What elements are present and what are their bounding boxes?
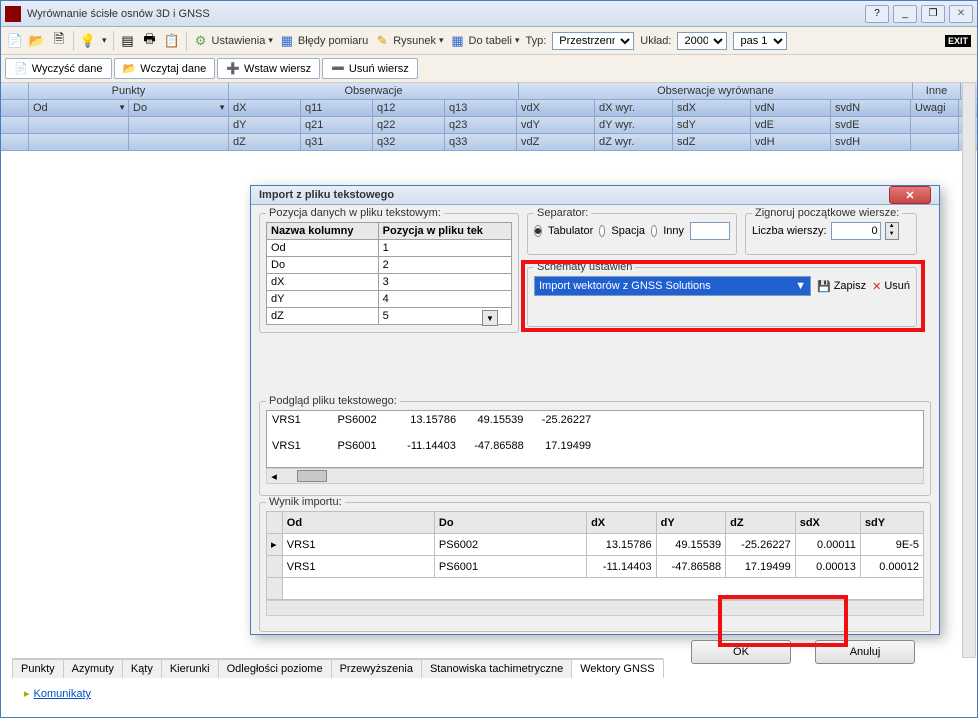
position-table[interactable]: Nazwa kolumnyPozycja w pliku tek Od1 Do2…	[266, 222, 512, 325]
titlebar: Wyrównanie ścisłe osnów 3D i GNSS ? _ ❐ …	[1, 1, 977, 27]
insert-row-button[interactable]: ➕Wstaw wiersz	[217, 58, 320, 79]
schema-select[interactable]: Import wektorów z GNSS Solutions▼	[534, 276, 811, 296]
col-od[interactable]: Od▼	[29, 100, 129, 116]
tab-katy[interactable]: Kąty	[122, 659, 162, 678]
toolbar-main: 📄 📂 🗎 💡▾ ▤ 🖶 📋 ⚙ Ustawienia▾ ▦ Błędy pom…	[1, 27, 977, 55]
pencil-icon: ✎	[374, 33, 390, 49]
app-icon	[5, 6, 21, 22]
settings-menu[interactable]: ⚙ Ustawienia▾	[193, 33, 273, 49]
insert-row-icon: ➕	[226, 62, 240, 75]
delete-row-button[interactable]: ➖Usuń wiersz	[322, 58, 418, 79]
type-select[interactable]: Przestrzenne	[552, 32, 634, 50]
komunikaty-link[interactable]: Komunikaty	[24, 687, 91, 700]
group-punkty: Punkty	[29, 83, 229, 99]
preview-groupbox: Podgląd pliku tekstowego: VRS1 PS6002 13…	[259, 401, 931, 496]
window-title: Wyrównanie ścisłe osnów 3D i GNSS	[27, 8, 865, 20]
radio-spacja[interactable]	[599, 225, 605, 237]
clear-data-button[interactable]: 📄Wyczyść dane	[5, 58, 112, 79]
drawing-menu[interactable]: ✎ Rysunek▾	[374, 33, 443, 49]
gear-icon: ⚙	[193, 33, 209, 49]
uklad-label: Układ:	[640, 35, 671, 47]
tab-kierunki[interactable]: Kierunki	[161, 659, 219, 678]
errors-button[interactable]: ▦ Błędy pomiaru	[279, 33, 368, 49]
tab-punkty[interactable]: Punkty	[12, 659, 64, 678]
tab-azymuty[interactable]: Azymuty	[63, 659, 123, 678]
radio-tabulator[interactable]	[534, 225, 542, 237]
schema-delete-button[interactable]: ✕Usuń	[872, 280, 910, 293]
x-icon: ✕	[872, 280, 881, 293]
toolbar-secondary: 📄Wyczyść dane 📂Wczytaj dane ➕Wstaw wiers…	[1, 55, 977, 83]
uklad-select[interactable]: 2000	[677, 32, 727, 50]
dialog-close-button[interactable]: ✕	[889, 186, 931, 204]
save-icon[interactable]: 🗎	[51, 33, 67, 49]
position-dropdown[interactable]: ▼	[482, 310, 498, 326]
schema-save-button[interactable]: 💾Zapisz	[817, 280, 866, 293]
separator-custom-input[interactable]	[690, 222, 730, 240]
result-table[interactable]: Od Do dX dY dZ sdX sdY ▸ VRS1PS6002 13.1…	[266, 511, 924, 600]
table-row: VRS1PS6001 -11.14403-47.86588 17.194990.…	[267, 556, 924, 578]
cancel-button[interactable]: Anuluj	[815, 640, 915, 664]
skip-spinner[interactable]: ▲▼	[885, 222, 899, 240]
load-data-button[interactable]: 📂Wczytaj dane	[114, 58, 216, 79]
maximize-button[interactable]: ❐	[921, 5, 945, 23]
new-icon[interactable]: 📄	[7, 33, 23, 49]
vertical-scrollbar[interactable]	[962, 82, 976, 658]
print-icon[interactable]: 🖶	[142, 33, 158, 49]
exit-button[interactable]: EXIT	[945, 35, 971, 47]
skip-rows-input[interactable]	[831, 222, 881, 240]
to-table-menu[interactable]: ▦ Do tabeli▾	[450, 33, 520, 49]
pas-select[interactable]: pas 18	[733, 32, 787, 50]
import-dialog: Import z pliku tekstowego ✕ Pozycja dany…	[250, 185, 940, 635]
preview-hscroll[interactable]: ◂	[266, 468, 924, 484]
group-obserwacje: Obserwacje	[229, 83, 519, 99]
schema-groupbox: Schematy ustawień Import wektorów z GNSS…	[527, 267, 917, 327]
position-groupbox: Pozycja danych w pliku tekstowym: Nazwa …	[259, 213, 519, 333]
open-icon[interactable]: 📂	[29, 33, 45, 49]
help-button[interactable]: ?	[865, 5, 889, 23]
type-label: Typ:	[525, 35, 546, 47]
close-button[interactable]: ✕	[949, 5, 973, 23]
separator-groupbox: Separator: Tabulator Spacja Inny	[527, 213, 737, 255]
minimize-button[interactable]: _	[893, 5, 917, 23]
preview-text: VRS1 PS6002 13.15786 49.15539 -25.26227 …	[266, 410, 924, 468]
ok-button[interactable]: OK	[691, 640, 791, 664]
col-do[interactable]: Do▼	[129, 100, 229, 116]
doc-icon[interactable]: 📋	[164, 33, 180, 49]
floppy-icon: 💾	[817, 280, 831, 293]
skip-groupbox: Zignoruj początkowe wiersze: Liczba wier…	[745, 213, 917, 255]
table-row: ▸ VRS1PS6002 13.1578649.15539 -25.262270…	[267, 534, 924, 556]
delete-row-icon: ➖	[331, 62, 345, 75]
result-groupbox: Wynik importu: Od Do dX dY dZ sdX sdY ▸ …	[259, 502, 931, 632]
grid-icon: ▦	[279, 33, 295, 49]
result-hscroll[interactable]	[266, 600, 924, 616]
folder-open-icon: 📂	[123, 62, 137, 75]
table-icon: ▦	[450, 33, 466, 49]
blank-page-icon: 📄	[14, 62, 28, 75]
group-inne: Inne	[913, 83, 961, 99]
list-icon[interactable]: ▤	[120, 33, 136, 49]
dialog-title: Import z pliku tekstowego	[259, 189, 889, 201]
bulb-icon[interactable]: 💡	[80, 33, 96, 49]
radio-inny[interactable]	[651, 225, 657, 237]
group-obs-wyr: Obserwacje wyrównane	[519, 83, 913, 99]
